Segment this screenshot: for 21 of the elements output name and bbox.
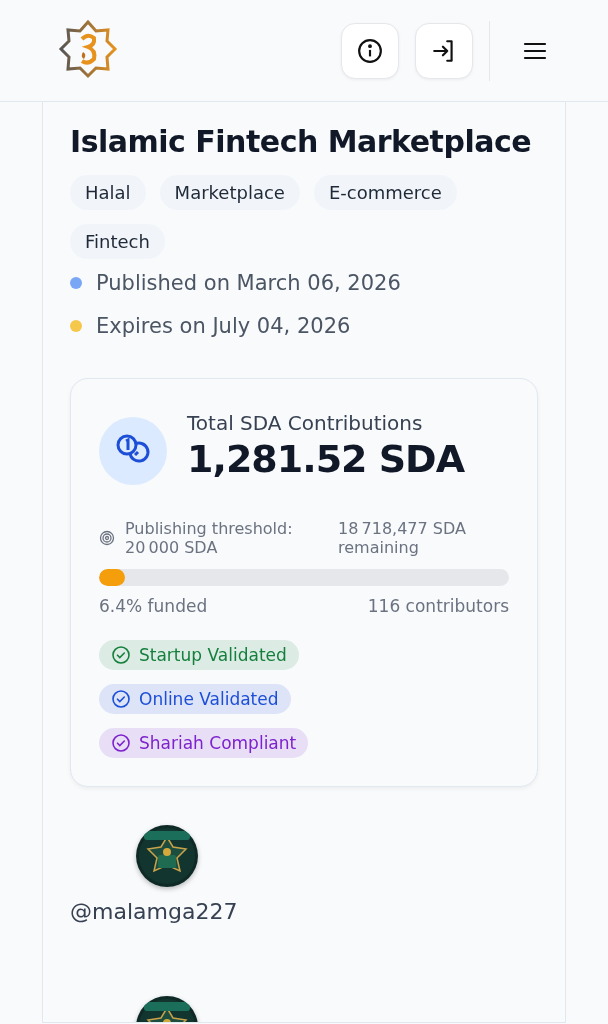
date-text: Published on March 06, 2026 [96, 271, 401, 295]
login-button[interactable] [415, 22, 473, 79]
threshold-text: Publishing threshold: 20 000 SDA [125, 519, 294, 557]
info-button[interactable] [341, 22, 399, 79]
contributions-amount: 1,281.52 SDA [187, 437, 465, 481]
tag: Halal [70, 175, 146, 210]
username: @malamga227 [70, 899, 238, 924]
contributors-count: 116 contributors [367, 596, 509, 616]
info-icon [357, 37, 383, 64]
validation-badge: Startup Validated [99, 640, 299, 670]
validation-badge: Online Validated [99, 684, 291, 714]
tag: Marketplace [159, 175, 300, 210]
tag: Fintech [70, 224, 165, 259]
tag: E-commerce [313, 175, 457, 210]
date-text: Expires on July 04, 2026 [96, 314, 351, 338]
validation-badge: Shariah Compliant [99, 728, 309, 758]
funded-text: 6.4% funded [99, 596, 208, 616]
listing-title: Islamic Fintech Marketplace [70, 124, 533, 159]
remaining-text: 18 718,477 SDA remaining [338, 519, 467, 557]
target-icon [99, 530, 115, 546]
contributions-label: Total SDA Contributions [187, 411, 424, 435]
